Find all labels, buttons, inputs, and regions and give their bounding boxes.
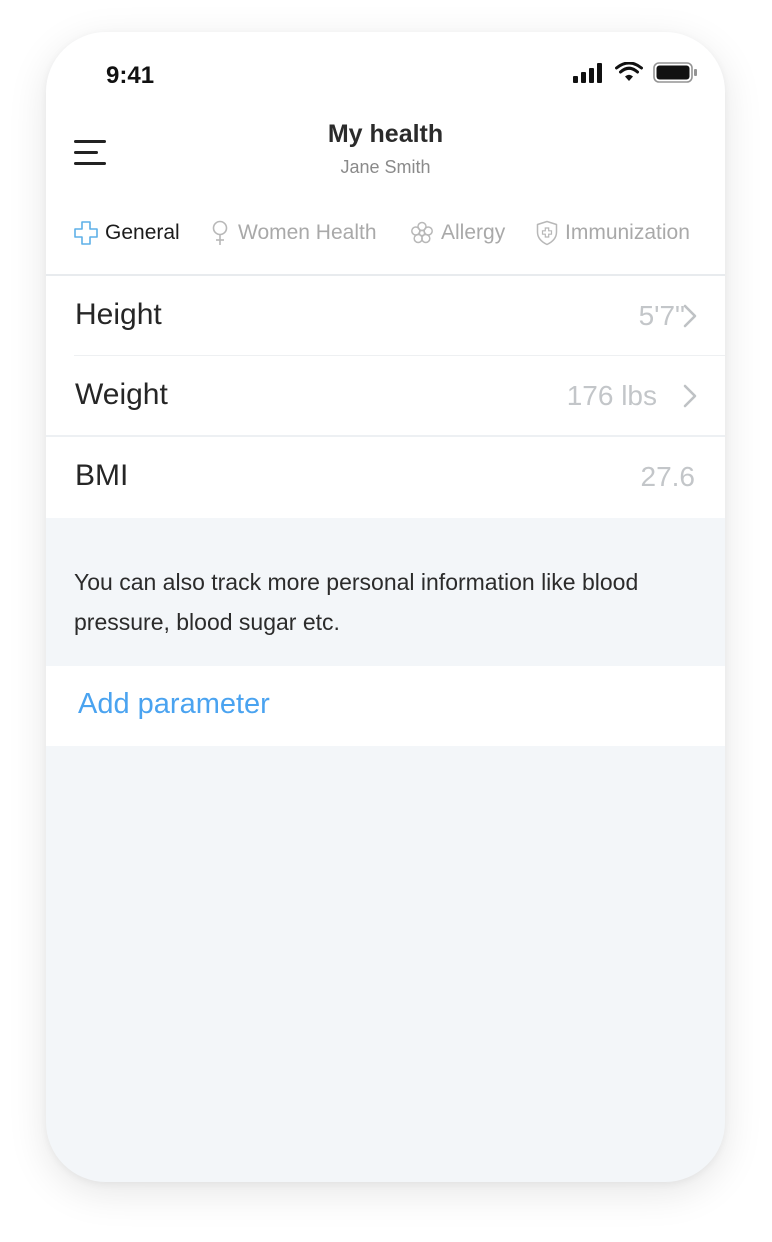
metric-label: BMI (75, 459, 129, 492)
tab-allergy[interactable]: Allergy (410, 212, 505, 254)
medical-cross-icon (74, 221, 98, 245)
shield-cross-icon (536, 220, 558, 246)
flower-icon (411, 221, 433, 244)
wifi-icon (615, 62, 643, 81)
app-header: My health Jane Smith (46, 112, 725, 222)
metric-value: 176 lbs (566, 380, 657, 411)
page-title: My health (327, 120, 444, 148)
add-parameter-button[interactable]: Add parameter (78, 688, 270, 721)
metric-value: 27.6 (640, 461, 696, 492)
status-icons (573, 62, 697, 83)
status-time: 9:41 (106, 62, 155, 89)
tab-immunization[interactable]: Immunization (536, 212, 690, 254)
female-symbol-icon (212, 220, 228, 245)
tab-general[interactable]: General (74, 212, 180, 254)
category-tabs: General Women Health Allergy Immunizatio… (46, 212, 725, 276)
info-section: You can also track more personal informa… (46, 518, 725, 666)
metric-label: Weight (75, 378, 168, 411)
tab-immunization-label: Immunization (565, 221, 690, 244)
chevron-right-icon (683, 304, 697, 328)
metric-value: 5'7" (638, 300, 685, 331)
add-parameter-row: Add parameter (46, 666, 725, 746)
phone-frame: 9:41 My health Jane Smith General Women … (46, 32, 725, 1182)
status-bar: 9:41 (46, 32, 725, 112)
metric-row-weight[interactable]: Weight 176 lbs (46, 356, 725, 437)
cellular-signal-icon (573, 62, 602, 83)
metric-label: Height (75, 298, 162, 331)
chevron-right-icon (683, 384, 697, 408)
battery-icon (653, 62, 697, 83)
info-text: You can also track more personal informa… (74, 569, 639, 635)
page-subtitle: Jane Smith (340, 157, 431, 177)
health-metrics-list: Height 5'7" Weight 176 lbs BMI 27.6 (46, 276, 725, 519)
tab-general-label: General (105, 221, 180, 244)
metric-row-height[interactable]: Height 5'7" (74, 276, 725, 356)
tab-women-health[interactable]: Women Health (209, 212, 377, 254)
tab-women-health-label: Women Health (238, 221, 377, 244)
metric-row-bmi: BMI 27.6 (74, 437, 725, 519)
tab-allergy-label: Allergy (441, 221, 506, 244)
